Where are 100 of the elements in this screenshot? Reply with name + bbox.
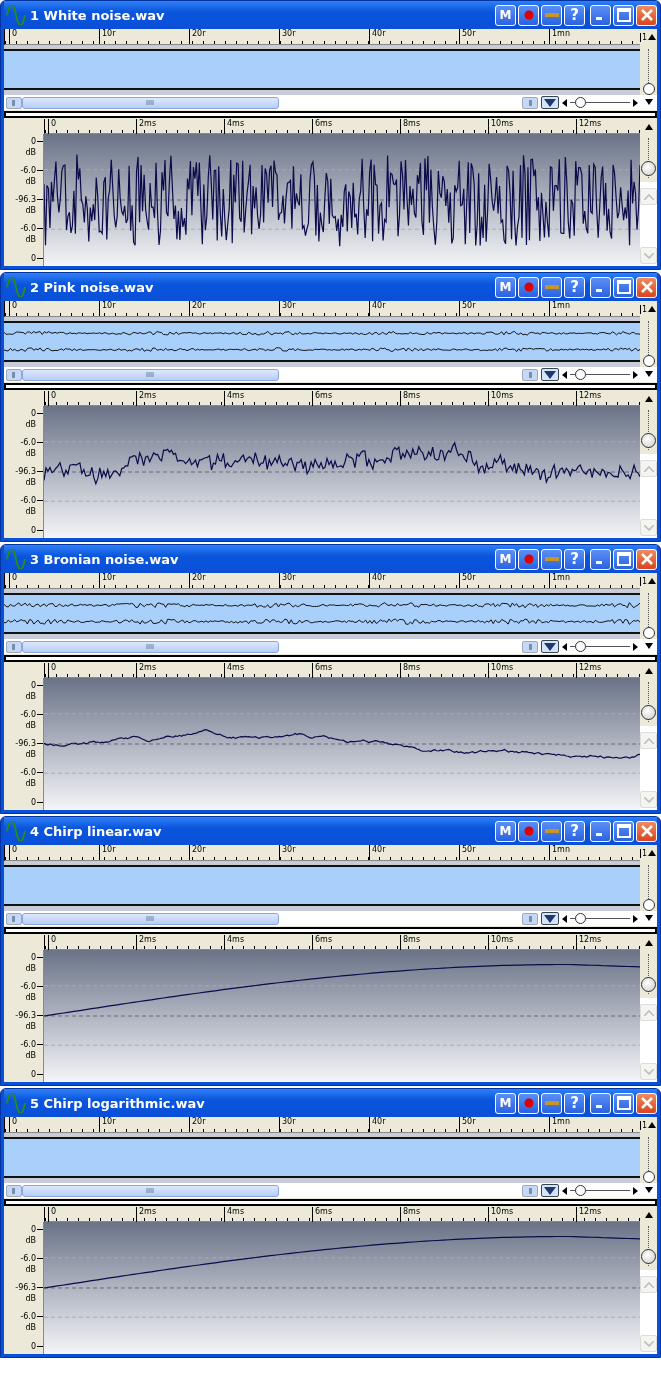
up-arrow-icon[interactable] <box>644 1211 653 1218</box>
scroll-thumb[interactable] <box>22 96 279 109</box>
minus-button[interactable] <box>541 276 562 298</box>
down-arrow-icon[interactable] <box>644 643 653 649</box>
minimize-button[interactable] <box>590 276 611 298</box>
help-button[interactable]: ? <box>564 820 585 842</box>
close-button[interactable] <box>636 4 657 26</box>
up-arrow-icon[interactable] <box>648 306 657 312</box>
down-arrow-icon[interactable] <box>644 99 653 105</box>
dropdown-button[interactable] <box>541 368 559 381</box>
up-arrow-icon[interactable] <box>644 123 653 130</box>
right-arrow-icon[interactable] <box>633 1186 638 1195</box>
splitter-bar[interactable] <box>4 111 657 118</box>
zoom-slider[interactable] <box>570 1184 630 1197</box>
gain-slider[interactable] <box>640 861 657 911</box>
dropdown-button[interactable] <box>541 640 559 653</box>
left-arrow-icon[interactable] <box>562 98 567 107</box>
minimize-button[interactable] <box>590 1092 611 1114</box>
dropdown-button[interactable] <box>541 1184 559 1197</box>
close-button[interactable] <box>636 820 657 842</box>
close-button[interactable] <box>636 548 657 570</box>
left-arrow-icon[interactable] <box>562 370 567 379</box>
up-arrow-icon[interactable] <box>644 667 653 674</box>
splitter-bar[interactable] <box>4 655 657 662</box>
maximize-button[interactable] <box>613 4 634 26</box>
gain-slider[interactable] <box>640 1222 657 1270</box>
down-arrow-icon[interactable] <box>644 1187 653 1193</box>
right-arrow-icon[interactable] <box>633 370 638 379</box>
scroll-thumb[interactable] <box>22 368 279 381</box>
splitter-bar[interactable] <box>4 927 657 934</box>
scroll-right-button[interactable] <box>522 368 538 381</box>
up-arrow-icon[interactable] <box>644 939 653 946</box>
maximize-button[interactable] <box>613 548 634 570</box>
scroll-left-button[interactable] <box>6 640 22 653</box>
scroll-thumb[interactable] <box>22 640 279 653</box>
close-button[interactable] <box>636 1092 657 1114</box>
up-arrow-icon[interactable] <box>644 395 653 402</box>
zoom-slider[interactable] <box>570 368 630 381</box>
minus-button[interactable] <box>541 1092 562 1114</box>
gain-slider[interactable] <box>640 1133 657 1183</box>
gain-slider[interactable] <box>640 678 657 726</box>
left-arrow-icon[interactable] <box>562 642 567 651</box>
up-arrow-icon[interactable] <box>648 850 657 856</box>
minus-button[interactable] <box>541 4 562 26</box>
down-arrow-icon[interactable] <box>644 371 653 377</box>
down-arrow-icon[interactable] <box>644 915 653 921</box>
minus-button[interactable] <box>541 548 562 570</box>
help-button[interactable]: ? <box>564 276 585 298</box>
help-button[interactable]: ? <box>564 1092 585 1114</box>
help-button[interactable]: ? <box>564 4 585 26</box>
right-arrow-icon[interactable] <box>633 642 638 651</box>
marker-button[interactable]: M <box>495 1092 516 1114</box>
zoom-slider[interactable] <box>570 96 630 109</box>
record-button[interactable] <box>518 4 539 26</box>
up-arrow-icon[interactable] <box>648 34 657 40</box>
scroll-right-button[interactable] <box>522 1184 538 1197</box>
scroll-thumb[interactable] <box>22 912 279 925</box>
minimize-button[interactable] <box>590 820 611 842</box>
scroll-right-button[interactable] <box>522 96 538 109</box>
marker-button[interactable]: M <box>495 548 516 570</box>
gain-slider[interactable] <box>640 134 657 182</box>
record-button[interactable] <box>518 1092 539 1114</box>
zoom-slider[interactable] <box>570 640 630 653</box>
gain-slider[interactable] <box>640 45 657 95</box>
splitter-bar[interactable] <box>4 383 657 390</box>
record-button[interactable] <box>518 820 539 842</box>
minimize-button[interactable] <box>590 548 611 570</box>
marker-button[interactable]: M <box>495 820 516 842</box>
gain-slider[interactable] <box>640 317 657 367</box>
scroll-thumb[interactable] <box>22 1184 279 1197</box>
up-arrow-icon[interactable] <box>648 578 657 584</box>
left-arrow-icon[interactable] <box>562 1186 567 1195</box>
gain-slider[interactable] <box>640 589 657 639</box>
right-arrow-icon[interactable] <box>633 914 638 923</box>
dropdown-button[interactable] <box>541 912 559 925</box>
dropdown-button[interactable] <box>541 96 559 109</box>
maximize-button[interactable] <box>613 276 634 298</box>
splitter-bar[interactable] <box>4 1199 657 1206</box>
scroll-left-button[interactable] <box>6 368 22 381</box>
minimize-button[interactable] <box>590 4 611 26</box>
maximize-button[interactable] <box>613 1092 634 1114</box>
scroll-right-button[interactable] <box>522 912 538 925</box>
right-arrow-icon[interactable] <box>633 98 638 107</box>
scroll-left-button[interactable] <box>6 1184 22 1197</box>
marker-button[interactable]: M <box>495 276 516 298</box>
help-button[interactable]: ? <box>564 548 585 570</box>
minus-button[interactable] <box>541 820 562 842</box>
record-button[interactable] <box>518 276 539 298</box>
zoom-slider[interactable] <box>570 912 630 925</box>
maximize-button[interactable] <box>613 820 634 842</box>
gain-slider[interactable] <box>640 406 657 454</box>
gain-slider[interactable] <box>640 950 657 998</box>
scroll-left-button[interactable] <box>6 912 22 925</box>
scroll-right-button[interactable] <box>522 640 538 653</box>
left-arrow-icon[interactable] <box>562 914 567 923</box>
close-button[interactable] <box>636 276 657 298</box>
up-arrow-icon[interactable] <box>648 1122 657 1128</box>
marker-button[interactable]: M <box>495 4 516 26</box>
scroll-left-button[interactable] <box>6 96 22 109</box>
record-button[interactable] <box>518 548 539 570</box>
